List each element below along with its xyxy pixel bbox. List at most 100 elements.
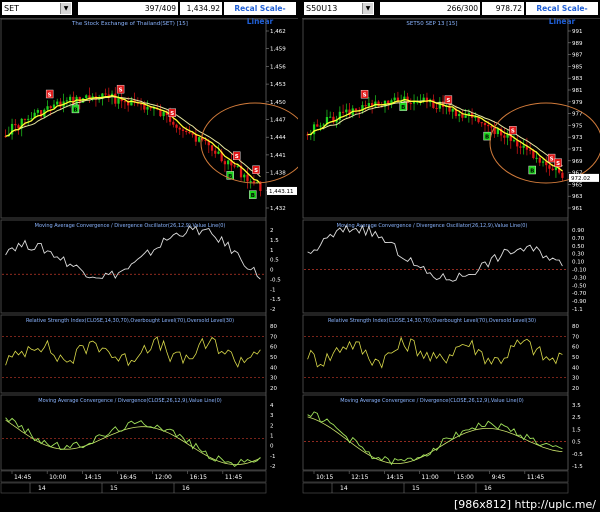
rsi-tick-label: 30 — [270, 376, 277, 382]
price-tick-label: 1,432 — [270, 206, 286, 212]
candle-body — [68, 96, 72, 101]
signal-letter: B — [401, 105, 405, 111]
candle-body — [217, 151, 220, 154]
candle-body — [329, 116, 332, 118]
date-label: 15 — [412, 485, 420, 492]
rsi-tick-label: 40 — [270, 365, 277, 371]
left-chart-svg[interactable]: The Stock Exchange of Thailand(SET) [15]… — [0, 0, 298, 494]
rsi-tick-label: 20 — [572, 386, 579, 392]
candle-body — [172, 121, 175, 125]
signal-letter: B — [73, 107, 77, 113]
indicator-tick-label: 4 — [270, 403, 274, 409]
price-tick-label: 989 — [572, 41, 583, 47]
indicator-tick-label: 2 — [270, 228, 274, 234]
candle-body — [319, 125, 322, 127]
candle-body — [503, 135, 506, 138]
indicator-tick-label: 3 — [270, 413, 274, 419]
indicator-tick-label: -0.30 — [572, 275, 587, 281]
watermark: [986x812] http://uplc.me/ — [453, 498, 596, 511]
time-label: 9:45 — [492, 474, 506, 481]
price-tick-label: 975 — [572, 123, 583, 129]
time-label: 12:00 — [155, 474, 172, 481]
price-label: 972.02 — [571, 176, 590, 182]
candle-body — [65, 100, 69, 102]
price-tick-label: 983 — [572, 76, 583, 82]
signal-letter: S — [254, 168, 258, 174]
price-tick-label: 1,456 — [270, 64, 286, 70]
candle-body — [529, 149, 532, 151]
section-frame — [302, 219, 569, 314]
candle-body — [223, 161, 227, 165]
candle-body — [243, 174, 246, 178]
right-chart-svg[interactable]: SET50 SEP 13 [15] 991 989 987 985 983 981 979 97… — [302, 0, 600, 494]
candle-body — [474, 116, 477, 118]
price-label: 1,443.11 — [269, 189, 294, 195]
candle-body — [483, 123, 487, 126]
price-tick-label: 1,444 — [270, 135, 286, 141]
time-label: 14:45 — [14, 474, 31, 481]
price-tick-label: 1,453 — [270, 82, 286, 88]
indicator-line — [5, 225, 261, 280]
date-label: 14 — [340, 485, 348, 492]
signal-letter: S — [446, 98, 450, 104]
price-tick-label: 1,438 — [270, 171, 286, 177]
price-tick-label: 1,447 — [270, 118, 286, 124]
indicator-tick-label: -2 — [270, 307, 275, 313]
price-tick-label: 963 — [572, 194, 583, 200]
signal-letter: B — [485, 135, 489, 141]
candle-body — [252, 181, 256, 183]
indicator-tick-label: -1.5 — [572, 464, 583, 470]
rsi-line — [307, 336, 563, 369]
indicator-tick-label: -0.5 — [572, 452, 583, 458]
candle-body — [178, 127, 181, 130]
time-label: 12:15 — [351, 474, 368, 481]
candle-body — [561, 172, 564, 178]
signal-letter: B — [530, 169, 534, 175]
candle-body — [548, 165, 551, 169]
rsi-tick-label: 70 — [572, 334, 579, 340]
left-chart-panel[interactable]: SET ▼ 397/409 1,434.92 Recal Scale-Linea… — [0, 0, 298, 494]
candle-body — [85, 95, 88, 99]
moving-average-fast — [5, 94, 261, 185]
price-tick-label: 981 — [572, 88, 583, 94]
price-tick-label: 985 — [572, 64, 583, 70]
candle-body — [114, 93, 117, 104]
indicator-tick-label: -1.1 — [572, 307, 583, 313]
candle-body — [233, 165, 236, 167]
price-tick-label: 979 — [572, 100, 583, 106]
signal-letter: S — [556, 161, 560, 167]
indicator-tick-label: 0.5 — [572, 440, 581, 446]
time-label: 11:45 — [527, 474, 544, 481]
candle-body — [512, 140, 516, 142]
indicator-tick-label: 1.5 — [572, 427, 581, 433]
indicator-tick-label: 3.5 — [572, 403, 581, 409]
rsi-tick-label: 80 — [572, 324, 579, 330]
candle-body — [56, 101, 59, 105]
candle-body — [104, 93, 107, 95]
date-label: 15 — [110, 485, 118, 492]
indicator-tick-label: 2 — [270, 423, 274, 429]
chart-title: The Stock Exchange of Thailand(SET) [15] — [71, 21, 188, 27]
indicator-tick-label: 1.5 — [270, 238, 279, 244]
candle-body — [393, 97, 396, 101]
candle-body — [185, 130, 188, 133]
candle-body — [162, 111, 165, 117]
candle-body — [49, 106, 52, 108]
signal-letter: S — [363, 93, 367, 99]
indicator-tick-label: -1 — [270, 454, 275, 460]
price-tick-label: 1,441 — [270, 153, 286, 159]
candle-body — [181, 129, 185, 131]
indicator-line — [307, 411, 563, 466]
right-chart-panel[interactable]: S50U13 ▼ 266/300 978.72 Recal Scale-Line… — [302, 0, 600, 494]
price-tick-label: 1,462 — [270, 29, 286, 35]
candle-body — [535, 157, 538, 159]
candle-body — [46, 106, 49, 110]
price-tick-label: 969 — [572, 159, 583, 165]
candle-body — [316, 124, 319, 127]
candle-body — [210, 145, 214, 151]
time-label: 16:45 — [119, 474, 136, 481]
candle-body — [246, 174, 249, 182]
indicator-tick-label: -0.10 — [572, 268, 587, 274]
candle-body — [27, 118, 30, 120]
time-label: 11:00 — [421, 474, 438, 481]
